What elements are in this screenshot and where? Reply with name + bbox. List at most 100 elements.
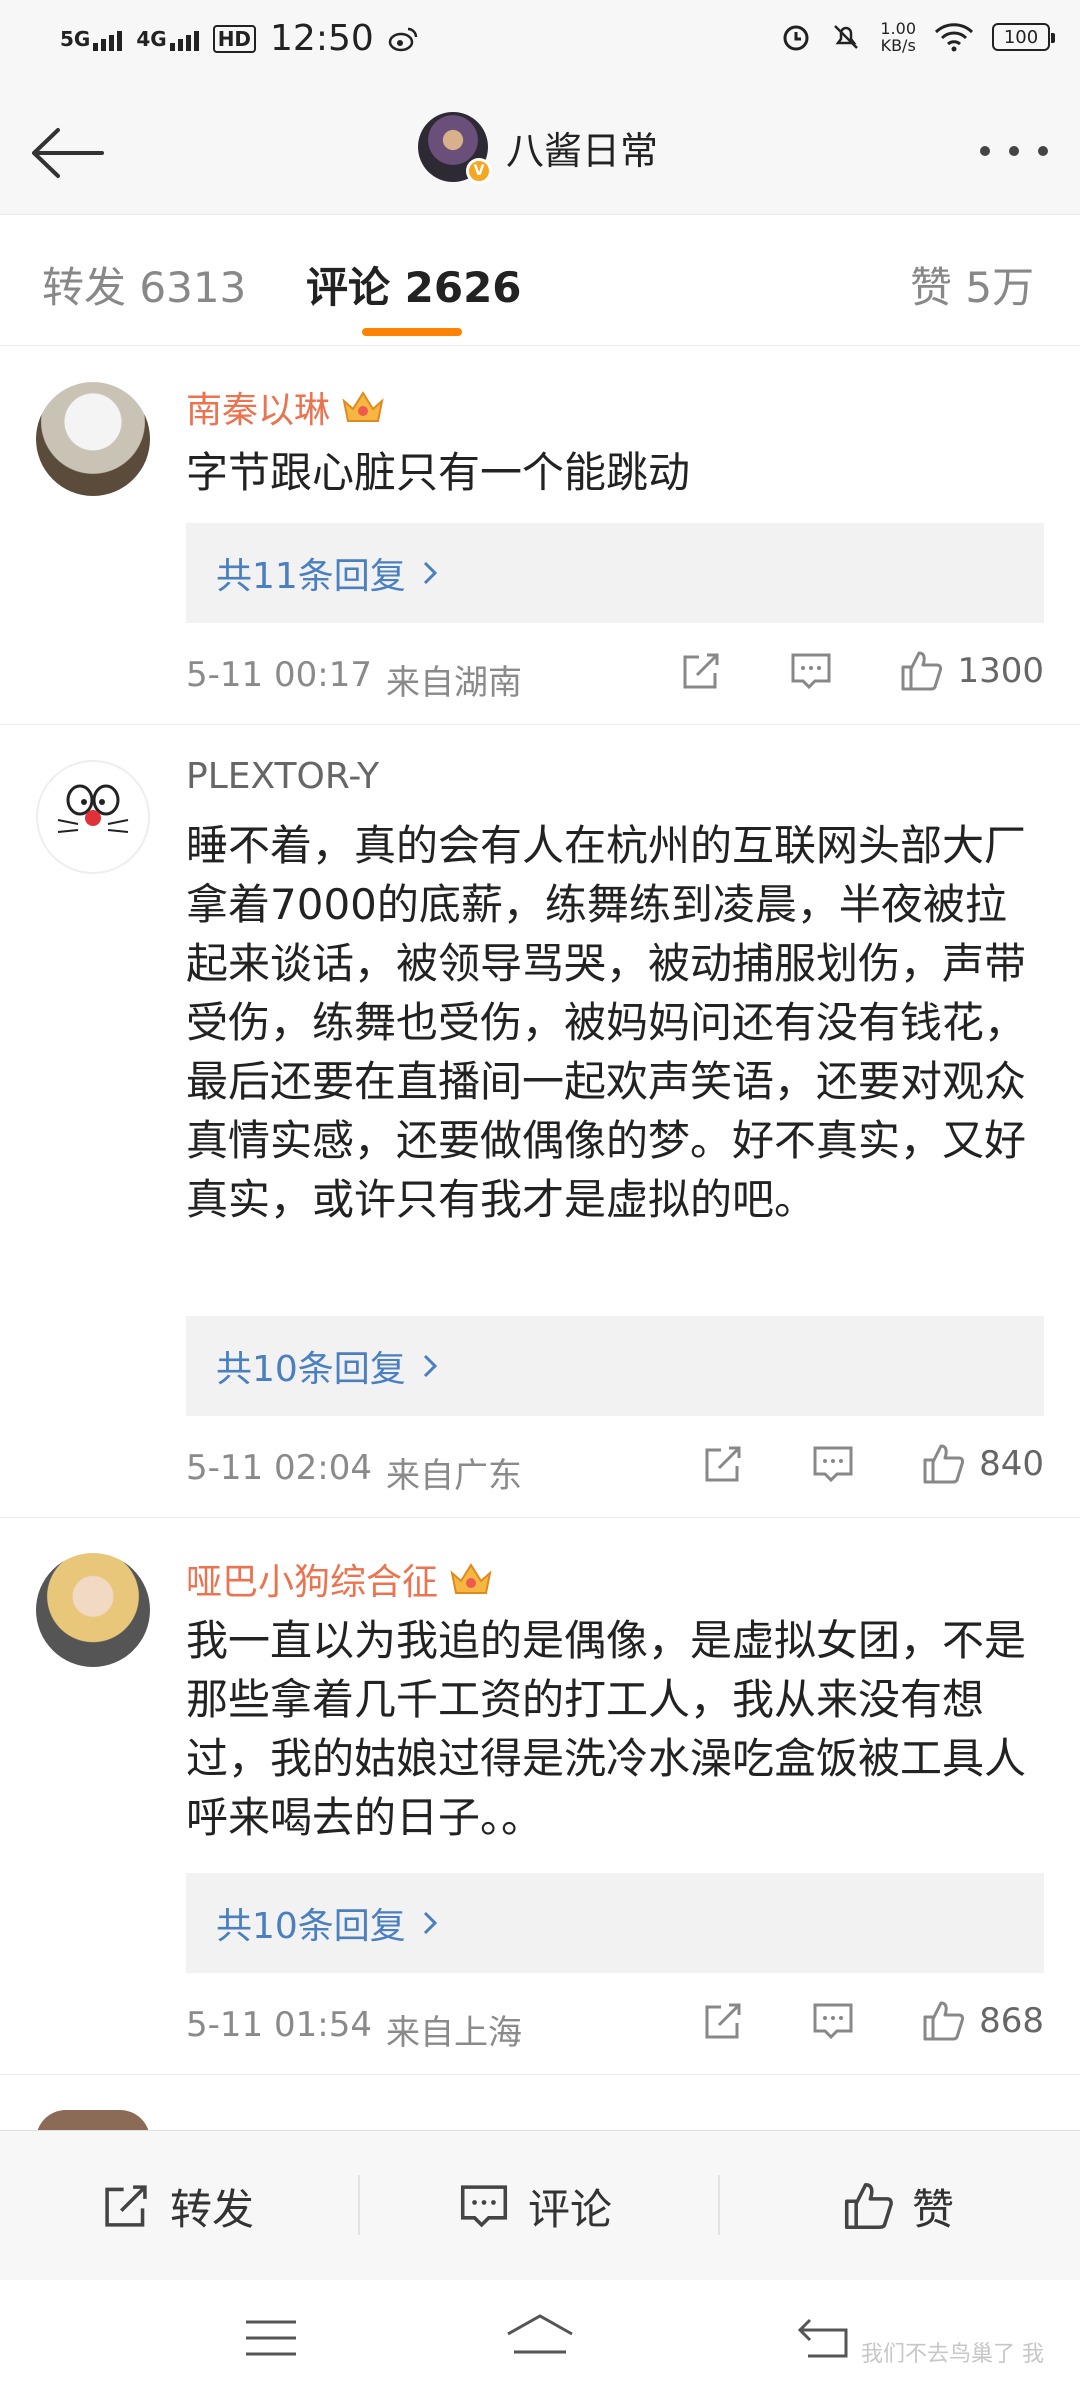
author-name: 南秦以琳 — [186, 390, 331, 431]
status-right: 1.00 KB/s 100 — [780, 20, 1055, 54]
network-type-2: 4G — [136, 26, 167, 51]
comment-icon[interactable] — [811, 1999, 855, 2043]
repost-label: 转发 — [170, 2184, 255, 2234]
replies-label: 共10条回复 — [216, 1906, 406, 1947]
battery-icon: 100 — [992, 23, 1055, 51]
comment-actions: 840 — [701, 1442, 1044, 1486]
share-icon[interactable] — [679, 649, 723, 693]
comment-meta: 5-11 01:54 来自上海 — [186, 2005, 522, 2054]
repost-button[interactable]: 转发 — [100, 2131, 254, 2281]
verified-badge-icon: V — [466, 158, 492, 184]
more-dot-icon — [1009, 146, 1019, 156]
tab-comment-count: 2626 — [404, 263, 522, 312]
doraemon-avatar-icon — [41, 765, 145, 869]
author-name: 哑巴小狗综合征 — [186, 1562, 439, 1603]
back-nav-icon[interactable] — [796, 2314, 852, 2362]
replies-label: 共11条回复 — [216, 556, 406, 597]
comment-item: 南秦以琳 字节跟心脏只有一个能跳动 共11条回复 5-11 00:17 来自湖南… — [0, 347, 1080, 725]
weibo-icon — [388, 27, 418, 51]
alarm-icon — [783, 25, 809, 51]
divider — [358, 2175, 360, 2235]
comment-label: 评论 — [528, 2184, 613, 2234]
like-button[interactable]: 赞 — [842, 2131, 954, 2281]
signal-5g-icon: 5G — [60, 26, 123, 51]
share-icon[interactable] — [701, 1999, 745, 2043]
network-type-1: 5G — [60, 26, 91, 51]
like-count: 1300 — [957, 651, 1044, 691]
chevron-right-icon — [423, 1911, 437, 1935]
more-dot-icon — [1038, 146, 1048, 156]
mute-icon — [834, 25, 859, 49]
clock: 12:50 — [270, 18, 374, 59]
tab-like-count: 5万 — [965, 263, 1035, 312]
like-icon[interactable] — [899, 649, 943, 693]
replies-link[interactable]: 共10条回复 — [186, 1873, 1044, 1973]
hd-label: HD — [217, 26, 252, 51]
hd-icon: HD — [212, 24, 257, 53]
tab-like[interactable]: 赞 5万 — [910, 254, 1034, 315]
more-button[interactable] — [974, 126, 1054, 176]
home-icon[interactable] — [504, 2312, 576, 2364]
back-button[interactable] — [28, 118, 108, 188]
comment-item: 哑巴小狗综合征 我一直以为我追的是偶像，是虚拟女团，不是那些拿着几千工资的打工人… — [0, 1519, 1080, 2075]
comment-button[interactable]: 评论 — [458, 2131, 612, 2281]
comment-actions: 868 — [701, 1999, 1044, 2043]
signal-4g-icon: 4G — [136, 26, 199, 51]
chevron-right-icon — [423, 561, 437, 585]
comment-text: 我一直以为我追的是偶像，是虚拟女团，不是那些拿着几千工资的打工人，我从来没有想过… — [186, 1616, 1027, 1842]
bottom-action-bar: 转发 评论 赞 — [0, 2130, 1080, 2280]
tab-bar: 转发 6313 评论 2626 赞 5万 — [0, 216, 1080, 346]
comment-time: 5-11 02:04 — [186, 1448, 372, 1488]
comment-text: 字节跟心脏只有一个能跳动 — [186, 448, 691, 497]
comment-actions: 1300 — [679, 649, 1044, 693]
share-icon[interactable] — [701, 1442, 745, 1486]
account-avatar[interactable]: V — [418, 112, 492, 184]
comment-icon[interactable] — [811, 1442, 855, 1486]
comment-icon[interactable] — [789, 649, 833, 693]
replies-link[interactable]: 共10条回复 — [186, 1316, 1044, 1416]
comment-icon — [460, 2185, 508, 2228]
crown-badge-icon — [450, 1563, 492, 1594]
comment-author[interactable]: 南秦以琳 — [186, 381, 386, 433]
like-count: 868 — [979, 2001, 1044, 2041]
active-tab-indicator — [362, 328, 462, 336]
tab-comment[interactable]: 评论 2626 — [306, 254, 522, 315]
replies-label: 共10条回复 — [216, 1349, 406, 1390]
tab-comment-label: 评论 — [306, 263, 391, 312]
comment-location: 来自上海 — [385, 2013, 522, 2053]
comment-author[interactable]: 哑巴小狗综合征 — [186, 1553, 494, 1605]
avatar[interactable] — [36, 1553, 150, 1667]
comment-location: 来自广东 — [385, 1456, 522, 1496]
replies-link[interactable]: 共11条回复 — [186, 523, 1044, 623]
avatar[interactable] — [36, 760, 150, 874]
comment-meta: 5-11 02:04 来自广东 — [186, 1448, 522, 1497]
comment-text: 睡不着，真的会有人在杭州的互联网头部大厂拿着7000的底薪，练舞练到凌晨，半夜被… — [186, 821, 1027, 1224]
avatar[interactable] — [36, 382, 150, 496]
comment-location: 来自湖南 — [385, 663, 522, 703]
comment-item: PLEXTOR-Y 睡不着，真的会有人在杭州的互联网头部大厂拿着7000的底薪，… — [0, 726, 1080, 1518]
like-icon[interactable] — [921, 1999, 965, 2043]
top-nav: V 八酱日常 — [0, 90, 1080, 215]
status-bar: 5G 4G HD 12:50 1.00 KB/s 100 — [0, 0, 1080, 90]
tab-repost-count: 6313 — [139, 263, 247, 312]
network-speed: 1.00 KB/s — [880, 20, 916, 54]
account-header[interactable]: V 八酱日常 — [418, 112, 659, 184]
page-title: 八酱日常 — [506, 128, 659, 173]
like-icon[interactable] — [921, 1442, 965, 1486]
comment-meta: 5-11 00:17 来自湖南 — [186, 655, 522, 704]
watermark: 我们不去鸟巢了 我 — [861, 2342, 1044, 2367]
author-name: PLEXTOR-Y — [186, 756, 380, 797]
crown-badge-icon — [342, 391, 384, 422]
like-count: 840 — [979, 1444, 1044, 1484]
comment-author[interactable]: PLEXTOR-Y — [186, 756, 379, 797]
chevron-right-icon — [423, 1354, 437, 1378]
like-label: 赞 — [912, 2184, 955, 2234]
comment-time: 5-11 01:54 — [186, 2005, 372, 2045]
back-arrow-icon — [32, 128, 104, 178]
status-left: 5G 4G HD 12:50 — [60, 18, 418, 59]
more-dot-icon — [980, 146, 990, 156]
speed-value: 1.00 — [880, 19, 916, 38]
tab-repost[interactable]: 转发 6313 — [42, 254, 246, 315]
battery-level: 100 — [1003, 26, 1039, 48]
menu-icon[interactable] — [244, 2316, 298, 2360]
